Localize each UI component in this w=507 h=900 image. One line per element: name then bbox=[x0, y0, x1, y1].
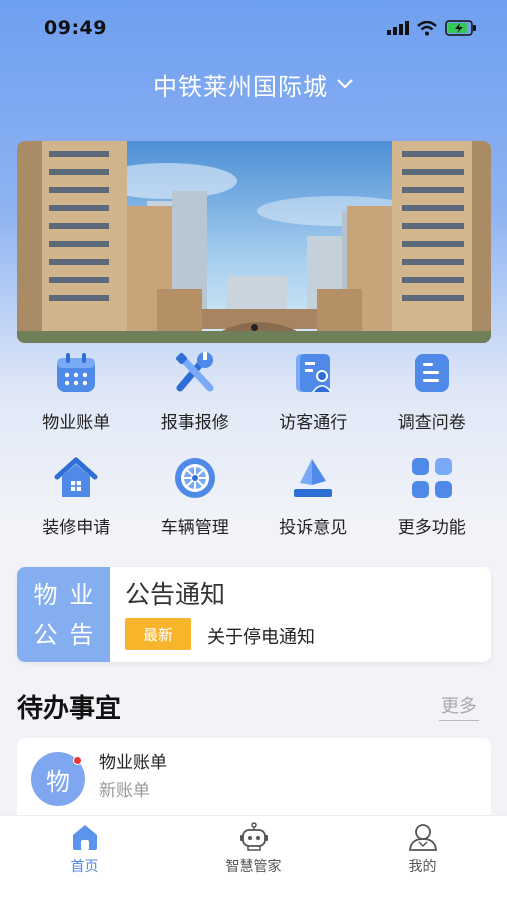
tab-home[interactable]: 首页 bbox=[0, 816, 169, 900]
todo-more-link[interactable]: 更多 bbox=[439, 692, 479, 721]
tab-label: 智慧管家 bbox=[225, 859, 282, 875]
todo-header: 待办事宜 更多 bbox=[17, 688, 491, 724]
battery-icon bbox=[445, 20, 476, 36]
grid-icon bbox=[411, 458, 452, 498]
wifi-icon bbox=[417, 20, 437, 35]
todo-title: 待办事宜 bbox=[17, 693, 122, 724]
signal-icon bbox=[387, 21, 409, 35]
carousel-dot-active bbox=[250, 324, 258, 331]
notice-tag: 物业 公告 bbox=[17, 567, 110, 662]
service-label: 更多功能 bbox=[397, 518, 466, 538]
robot-icon bbox=[239, 822, 268, 851]
service-label: 访客通行 bbox=[279, 413, 348, 433]
notice-text[interactable]: 关于停电通知 bbox=[207, 623, 315, 649]
service-survey[interactable]: 调查问卷 bbox=[373, 350, 492, 433]
service-renovation[interactable]: 装修申请 bbox=[17, 455, 136, 538]
status-time: 09:49 bbox=[44, 17, 107, 39]
tab-label: 首页 bbox=[70, 859, 99, 875]
home-icon bbox=[72, 825, 97, 850]
house-icon bbox=[54, 457, 98, 497]
service-label: 调查问卷 bbox=[397, 413, 466, 433]
service-grid: 物业账单 报事报修 访客通行 调查问卷 装修申请 车辆管理 投诉意见 更多功能 bbox=[17, 350, 491, 538]
visitor-icon bbox=[296, 354, 333, 392]
tab-label: 我的 bbox=[408, 859, 437, 875]
service-property-bill[interactable]: 物业账单 bbox=[17, 350, 136, 433]
survey-icon bbox=[414, 354, 449, 392]
notice-tag-line2: 公告 bbox=[33, 620, 106, 649]
tab-smart-butler[interactable]: 智慧管家 bbox=[169, 816, 338, 900]
calendar-icon bbox=[57, 353, 96, 392]
bottom-tab-bar: 首页 智慧管家 我的 bbox=[0, 815, 507, 900]
complaint-icon bbox=[294, 459, 333, 497]
banner-image bbox=[17, 141, 491, 343]
todo-item-subtitle: 新账单 bbox=[99, 781, 150, 801]
service-label: 装修申请 bbox=[42, 518, 111, 538]
service-label: 车辆管理 bbox=[160, 518, 229, 538]
community-selector[interactable]: 中铁莱州国际城 bbox=[0, 60, 507, 108]
service-vehicle[interactable]: 车辆管理 bbox=[136, 455, 255, 538]
wrench-screwdriver-icon bbox=[175, 352, 214, 392]
service-more[interactable]: 更多功能 bbox=[373, 455, 492, 538]
notice-tag-line1: 物业 bbox=[33, 580, 106, 609]
todo-item-name: 物业账单 bbox=[99, 753, 167, 773]
service-visitor[interactable]: 访客通行 bbox=[254, 350, 373, 433]
notice-badge: 最新 bbox=[125, 618, 191, 650]
service-label: 报事报修 bbox=[160, 413, 229, 433]
service-label: 物业账单 bbox=[42, 413, 111, 433]
status-icons bbox=[387, 20, 477, 36]
banner-carousel[interactable] bbox=[17, 141, 491, 343]
user-icon bbox=[408, 824, 437, 851]
community-name: 中铁莱州国际城 bbox=[153, 72, 328, 101]
service-repair[interactable]: 报事报修 bbox=[136, 350, 255, 433]
status-bar: 09:49 bbox=[0, 0, 507, 56]
notice-card[interactable]: 物业 公告 公告通知 最新 关于停电通知 bbox=[17, 567, 491, 662]
service-complaint[interactable]: 投诉意见 bbox=[254, 455, 373, 538]
carousel-indicator bbox=[17, 324, 491, 331]
unread-dot bbox=[73, 756, 82, 765]
notice-title: 公告通知 bbox=[125, 580, 226, 609]
tab-mine[interactable]: 我的 bbox=[338, 816, 507, 900]
service-label: 投诉意见 bbox=[279, 518, 348, 538]
chevron-down-icon bbox=[337, 79, 353, 89]
wheel-icon bbox=[174, 458, 215, 498]
